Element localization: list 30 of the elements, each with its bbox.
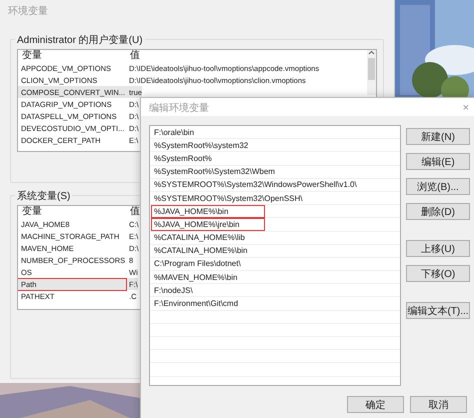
list-item[interactable]: %CATALINA_HOME%\lib xyxy=(152,232,245,244)
window-title: 环境变量 xyxy=(7,4,49,19)
side-button[interactable]: 编辑文本(T)... xyxy=(406,302,470,319)
list-item[interactable]: %CATALINA_HOME%\bin xyxy=(152,245,248,256)
list-item[interactable]: %MAVEN_HOME%\bin xyxy=(152,272,238,283)
dialog-title: 编辑环境变量 xyxy=(149,102,209,115)
side-button[interactable]: 删除(D) xyxy=(406,203,470,220)
scrollbar[interactable] xyxy=(367,50,376,95)
list-item[interactable]: F:\Environment\Git\cmd xyxy=(152,298,238,310)
list-item[interactable]: %JAVA_HOME%\jre\bin xyxy=(152,218,264,230)
column-header[interactable]: 值 xyxy=(126,206,140,218)
side-button[interactable]: 编辑(E) xyxy=(406,153,470,170)
list-item[interactable]: %SYSTEMROOT%\System32\OpenSSH\ xyxy=(152,192,302,204)
list-item[interactable]: %JAVA_HOME%\bin xyxy=(152,206,264,217)
list-item[interactable]: %SystemRoot% xyxy=(152,152,212,164)
dialog-button[interactable]: 取消 xyxy=(410,396,467,413)
list-item[interactable]: C:\Program Files\dotnet\ xyxy=(152,258,241,270)
group-label: Administrator 的用户变量(U) xyxy=(15,33,145,47)
dialog-button[interactable]: 确定 xyxy=(347,396,404,413)
side-button[interactable]: 新建(N) xyxy=(406,128,470,145)
side-button[interactable]: 上移(U) xyxy=(406,240,470,257)
list-item[interactable]: %SystemRoot%\system32 xyxy=(152,140,248,151)
side-button[interactable]: 下移(O) xyxy=(406,265,470,282)
list-item[interactable]: %SYSTEMROOT%\System32\WindowsPowerShell\v1.0\ xyxy=(152,179,357,190)
list-item[interactable]: F:\nodeJS\ xyxy=(152,284,193,296)
list-item[interactable]: F:\orale\bin xyxy=(152,126,194,138)
column-header[interactable]: 值 xyxy=(126,50,140,62)
group-label: 系统变量(S) xyxy=(15,189,72,203)
list-item[interactable]: %SystemRoot%\System32\Wbem xyxy=(152,166,275,178)
side-button[interactable]: 浏览(B)... xyxy=(406,178,470,195)
